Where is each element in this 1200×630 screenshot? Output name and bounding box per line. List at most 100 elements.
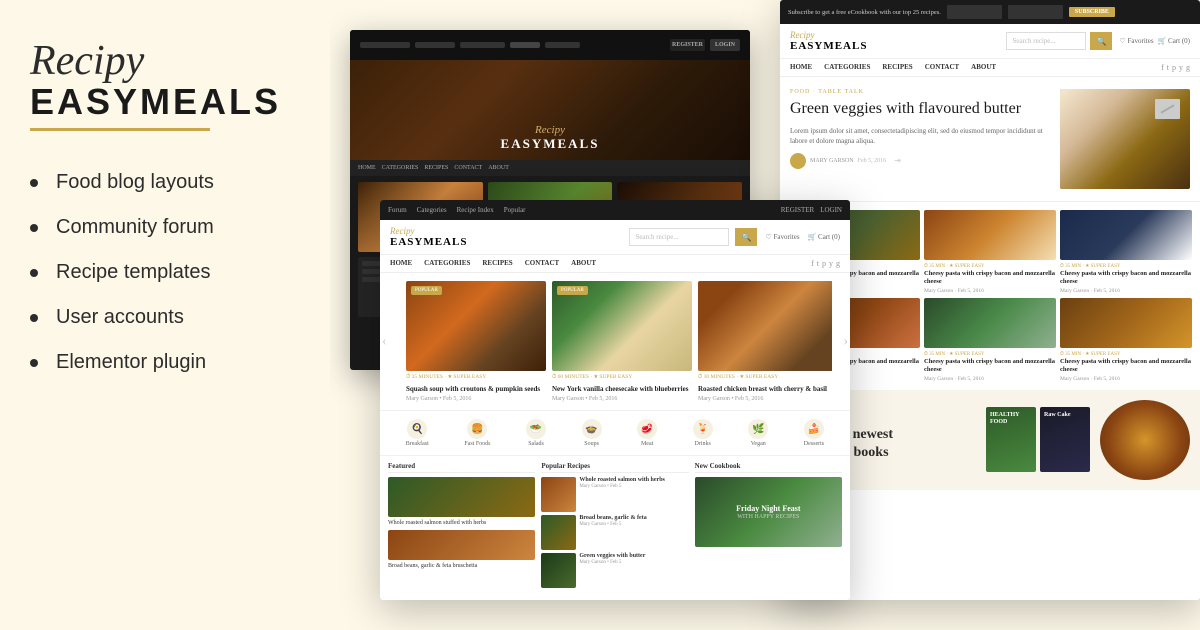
cat-soups[interactable]: 🍲 Soups bbox=[582, 419, 602, 447]
sc2-logo: Recipy EASYMEALS bbox=[390, 226, 467, 248]
sc2-cards-container: ‹ › POPULAR ⏱ 35 MINUTES · ★ SUPER EASY … bbox=[380, 273, 850, 410]
sc3-social-links: f t p y g bbox=[1161, 63, 1190, 72]
sc3-search-button[interactable]: 🔍 bbox=[1090, 32, 1112, 50]
feature-item-recipe-templates: Recipe templates bbox=[30, 261, 300, 284]
card2-title: New York vanilla cheesecake with blueber… bbox=[552, 385, 692, 394]
screenshot-main-light: Forum Categories Recipe Index Popular RE… bbox=[380, 200, 850, 600]
sc3-logo-main: EASYMEALS bbox=[790, 40, 867, 52]
cat-meat[interactable]: 🥩 Meat bbox=[637, 419, 657, 447]
logo-underline bbox=[30, 128, 210, 131]
related-meta-2: Mary Garson · Feb 5, 2016 bbox=[924, 288, 1056, 294]
cat-desserts[interactable]: 🍰 Desserts bbox=[804, 419, 824, 447]
related-title-5: Cheesy pasta with crispy bacon and mozza… bbox=[924, 358, 1056, 375]
cat-vegan[interactable]: 🌿 Vegan bbox=[748, 419, 768, 447]
cat-soups-icon: 🍲 bbox=[582, 419, 602, 439]
related-img-6 bbox=[1060, 298, 1192, 348]
sc2-about-nav: ABOUT bbox=[571, 259, 596, 268]
cat-breakfast-label: Breakfast bbox=[406, 441, 429, 447]
prev-arrow[interactable]: ‹ bbox=[382, 334, 387, 350]
cat-fastfoods-label: Fast Foods bbox=[464, 441, 490, 447]
feature-label-food-blog: Food blog layouts bbox=[56, 171, 214, 194]
sc2-nav: HOME CATEGORIES RECIPES CONTACT ABOUT f … bbox=[380, 255, 850, 273]
share-icon[interactable]: ⇥ bbox=[894, 156, 901, 165]
sc3-header: Recipy EASYMEALS Search recipe... 🔍 ♡ Fa… bbox=[780, 24, 1200, 59]
cat-drinks[interactable]: 🍹 Drinks bbox=[693, 419, 713, 447]
article-hero-image bbox=[1060, 89, 1190, 189]
bullet-icon bbox=[30, 269, 38, 277]
book2-title: Raw Cake bbox=[1040, 407, 1090, 424]
sc2-login-link: LOGIN bbox=[820, 206, 842, 214]
sc1-logo-overlay: Recipy EASYMEALS bbox=[501, 124, 600, 152]
cat-vegan-label: Vegan bbox=[751, 441, 766, 447]
sc1-logo-text: EASYMEALS bbox=[501, 136, 600, 152]
sc2-recipeidx-link: Recipe Index bbox=[457, 206, 494, 214]
sc3-categories-nav: CATEGORIES bbox=[824, 63, 870, 72]
your-name-input[interactable] bbox=[947, 5, 1002, 19]
sc2-register-link: REGISTER bbox=[781, 206, 814, 214]
author-name: MARY GARSON bbox=[810, 158, 854, 164]
sc1-logo-script: Recipy bbox=[501, 124, 600, 136]
sc2-recipes-nav: RECIPES bbox=[482, 259, 512, 268]
sc3-cart: 🛒 Cart (0) bbox=[1158, 37, 1190, 45]
article-title: Green veggies with flavoured butter bbox=[790, 99, 1052, 120]
subscribe-button[interactable]: SUBSCRIBE bbox=[1069, 7, 1115, 17]
sc3-favorites: ♡ Favorites bbox=[1119, 37, 1153, 45]
subscribe-bar: Subscribe to get a free eCookbook with o… bbox=[780, 0, 1200, 24]
sc2-header: Recipy EASYMEALS Search recipe... 🔍 ♡ Fa… bbox=[380, 220, 850, 255]
sc3-logo-script: Recipy bbox=[790, 30, 867, 40]
pop-title: Green veggies with butter bbox=[579, 553, 645, 560]
article-date: Feb 5, 2016 bbox=[858, 158, 887, 164]
bullet-icon bbox=[30, 359, 38, 367]
your-email-input[interactable] bbox=[1008, 5, 1063, 19]
sc2-forum-link: Forum bbox=[388, 206, 407, 214]
cat-breakfast[interactable]: 🍳 Breakfast bbox=[406, 419, 429, 447]
logo-main: EASYMEALS bbox=[30, 84, 300, 120]
related-badge-3: ⏱ 35 MIN · ★ SUPER EASY bbox=[1060, 263, 1192, 269]
search-button[interactable]: 🔍 bbox=[735, 228, 757, 246]
cat-drinks-label: Drinks bbox=[695, 441, 711, 447]
cat-fastfoods-icon: 🍔 bbox=[467, 419, 487, 439]
pop-meta: Mary Garson • Feb 5 bbox=[579, 484, 665, 489]
book-cover-2: Raw Cake bbox=[1040, 407, 1090, 472]
feature-item-food-blog: Food blog layouts bbox=[30, 171, 300, 194]
related-item-3: ⏱ 35 MIN · ★ SUPER EASY Cheesy pasta wit… bbox=[1060, 210, 1192, 294]
card3-image bbox=[698, 281, 832, 371]
related-title-3: Cheesy pasta with crispy bacon and mozza… bbox=[1060, 270, 1192, 287]
cookie-image bbox=[1100, 400, 1190, 480]
sc2-topbar: Forum Categories Recipe Index Popular RE… bbox=[380, 200, 850, 220]
featured-img-2 bbox=[388, 530, 535, 560]
feature-item-user-accounts: User accounts bbox=[30, 306, 300, 329]
card1-author: Mary Garson • Feb 5, 2016 bbox=[406, 396, 546, 402]
pop-meta: Mary Garson • Feb 5 bbox=[579, 522, 646, 527]
book-cover-1: HEALTHY FOOD bbox=[986, 407, 1036, 472]
author-avatar bbox=[790, 153, 806, 169]
cat-desserts-label: Desserts bbox=[804, 441, 824, 447]
sc3-search-box[interactable]: Search recipe... bbox=[1006, 32, 1086, 50]
popular-recipe-row: Broad beans, garlic & feta Mary Garson •… bbox=[541, 515, 688, 550]
next-arrow[interactable]: › bbox=[843, 334, 848, 350]
related-img-2 bbox=[924, 210, 1056, 260]
popular-recipe-row: Green veggies with butter Mary Garson • … bbox=[541, 553, 688, 588]
sc1-hero-image: Recipy EASYMEALS bbox=[350, 60, 750, 160]
card1-title: Squash soup with croutons & pumpkin seed… bbox=[406, 385, 546, 394]
article-text: FOOD · TABLE TALK Green veggies with fla… bbox=[790, 89, 1052, 189]
sc3-contact-nav: CONTACT bbox=[925, 63, 959, 72]
cat-fastfoods[interactable]: 🍔 Fast Foods bbox=[464, 419, 490, 447]
card2-badge: POPULAR bbox=[557, 286, 588, 295]
book-covers: HEALTHY FOOD Raw Cake bbox=[986, 407, 1090, 472]
search-placeholder: Search recipe... bbox=[635, 233, 678, 241]
sc2-home-nav: HOME bbox=[390, 259, 412, 268]
related-badge-2: ⏱ 35 MIN · ★ SUPER EASY bbox=[924, 263, 1056, 269]
screenshots-area: REGISTER LOGIN Recipy EASYMEALS HOME CAT… bbox=[330, 0, 1200, 630]
card3-meta: ⏱ 30 MINUTES · ★ SUPER EASY bbox=[698, 374, 832, 381]
sc1-header: REGISTER LOGIN bbox=[350, 30, 750, 60]
cat-salads[interactable]: 🥗 Salads bbox=[526, 419, 546, 447]
pop-meta: Mary Garson • Feb 5 bbox=[579, 560, 645, 565]
pop-img bbox=[541, 515, 576, 550]
sc3-header-actions: Search recipe... 🔍 ♡ Favorites 🛒 Cart (0… bbox=[1006, 32, 1190, 50]
favorites-link: ♡ Favorites bbox=[765, 233, 799, 241]
cat-drinks-icon: 🍹 bbox=[693, 419, 713, 439]
feature-label-community-forum: Community forum bbox=[56, 216, 214, 239]
cookbook-name: Friday Night Feast bbox=[736, 504, 800, 514]
related-meta-5: Mary Garson · Feb 5, 2016 bbox=[924, 376, 1056, 382]
